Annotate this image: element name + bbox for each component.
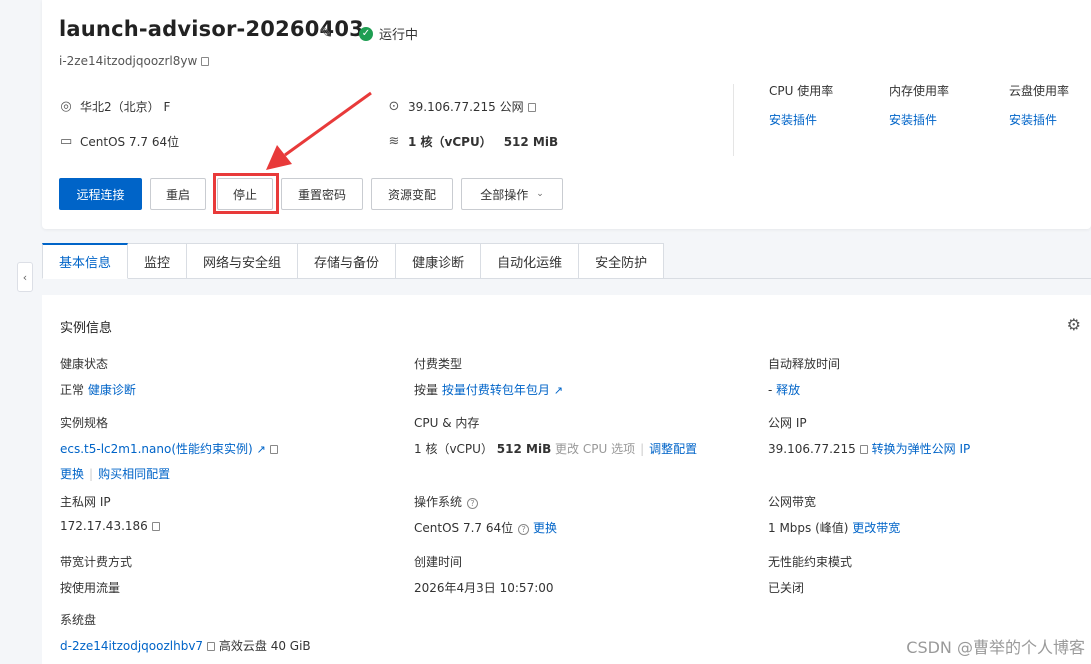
help-icon[interactable]: ? bbox=[518, 524, 530, 535]
change-spec-link[interactable]: 更换 bbox=[60, 467, 84, 481]
billing-field: 付费类型 按量 按量付费转包年包月 ↗ bbox=[414, 355, 563, 398]
copy-icon[interactable] bbox=[859, 445, 868, 454]
tab-automation[interactable]: 自动化运维 bbox=[481, 243, 580, 279]
field-value: 按量 bbox=[414, 383, 439, 397]
field-label: 操作系统 bbox=[414, 495, 463, 509]
health-field: 健康状态 正常 健康诊断 bbox=[60, 355, 136, 398]
field-label: CPU & 内存 bbox=[414, 416, 480, 430]
disk-link[interactable]: d-2ze14itzodjqoozlhbv7 bbox=[60, 639, 203, 653]
tab-storage-backup[interactable]: 存储与备份 bbox=[298, 243, 397, 279]
tab-basic-info[interactable]: 基本信息 bbox=[42, 243, 129, 279]
detail-tabs: 基本信息 监控 网络与安全组 存储与备份 健康诊断 自动化运维 安全防护 bbox=[42, 243, 665, 279]
field-value: 172.17.43.186 bbox=[60, 519, 148, 533]
field-label: 系统盘 bbox=[60, 613, 97, 627]
tab-network-security[interactable]: 网络与安全组 bbox=[187, 243, 299, 279]
field-value: 高效云盘 40 GiB bbox=[218, 639, 311, 653]
public-ip-field: 公网 IP 39.106.77.215 转换为弹性公网 IP bbox=[768, 414, 970, 457]
copy-icon[interactable] bbox=[151, 522, 160, 531]
created-time-field: 创建时间 2026年4月3日 10:57:00 bbox=[414, 553, 554, 596]
field-value: 按使用流量 bbox=[60, 581, 121, 595]
release-link[interactable]: 释放 bbox=[776, 383, 800, 397]
field-label: 实例规格 bbox=[60, 416, 109, 430]
field-label: 公网带宽 bbox=[768, 495, 817, 509]
field-label: 创建时间 bbox=[414, 555, 463, 569]
external-link-icon[interactable]: ↗ bbox=[554, 384, 563, 397]
spec-field: 实例规格 ecs.t5-lc2m1.nano(性能约束实例) ↗ 更换 | 购买相同… bbox=[60, 414, 278, 482]
field-label: 无性能约束模式 bbox=[768, 555, 853, 569]
field-label: 自动释放时间 bbox=[768, 357, 841, 371]
external-link-icon[interactable]: ↗ bbox=[257, 443, 266, 456]
field-value: CentOS 7.7 64位 bbox=[414, 521, 514, 535]
cpu-memory-field: CPU & 内存 1 核（vCPU） 512 MiB 更改 CPU 选项 | 调整配… bbox=[414, 414, 697, 457]
change-os-link[interactable]: 更换 bbox=[533, 521, 557, 535]
field-label: 付费类型 bbox=[414, 357, 463, 371]
bandwidth-field: 公网带宽 1 Mbps (峰值) 更改带宽 bbox=[768, 493, 900, 536]
change-cpu-options: 更改 CPU 选项 bbox=[555, 442, 636, 456]
field-label: 公网 IP bbox=[768, 416, 807, 430]
os-field: 操作系统? CentOS 7.7 64位? 更换 bbox=[414, 493, 557, 536]
unlimited-mode-field: 无性能约束模式 已关闭 bbox=[768, 553, 852, 596]
field-value: 39.106.77.215 bbox=[768, 442, 856, 456]
gear-icon[interactable]: ⚙ bbox=[1067, 315, 1081, 334]
auto-release-field: 自动释放时间 - 释放 bbox=[768, 355, 840, 398]
field-value: 正常 bbox=[60, 383, 85, 397]
divider: | bbox=[89, 467, 94, 481]
instance-info-card: 实例信息 ⚙ 健康状态 正常 健康诊断 实例规格 ecs.t5-lc2m1.na… bbox=[42, 295, 1091, 664]
adjust-config-link[interactable]: 调整配置 bbox=[649, 442, 697, 456]
divider: | bbox=[640, 442, 645, 456]
field-value: 1 Mbps (峰值) bbox=[768, 521, 849, 535]
spec-link[interactable]: ecs.t5-lc2m1.nano(性能约束实例) bbox=[60, 442, 253, 456]
convert-eip-link[interactable]: 转换为弹性公网 IP bbox=[872, 442, 971, 456]
field-label: 健康状态 bbox=[60, 357, 109, 371]
field-value: 已关闭 bbox=[768, 581, 805, 595]
bandwidth-billing-field: 带宽计费方式 按使用流量 bbox=[60, 553, 132, 596]
buy-same-config-link[interactable]: 购买相同配置 bbox=[98, 467, 170, 481]
tab-health-diagnosis[interactable]: 健康诊断 bbox=[396, 243, 482, 279]
field-value: - bbox=[768, 383, 773, 397]
system-disk-field: 系统盘 d-2ze14itzodjqoozlhbv7 高效云盘 40 GiB bbox=[60, 611, 311, 654]
tab-security[interactable]: 安全防护 bbox=[579, 243, 665, 279]
copy-icon[interactable] bbox=[269, 445, 278, 454]
cpu-value: 1 核（vCPU） bbox=[414, 442, 493, 456]
section-title: 实例信息 bbox=[60, 321, 113, 336]
convert-billing-link[interactable]: 按量付费转包年包月 bbox=[442, 383, 550, 397]
field-label: 主私网 IP bbox=[60, 495, 111, 509]
change-bandwidth-link[interactable]: 更改带宽 bbox=[852, 521, 900, 535]
copy-icon[interactable] bbox=[207, 642, 216, 651]
help-icon[interactable]: ? bbox=[467, 498, 479, 509]
field-value: 2026年4月3日 10:57:00 bbox=[414, 581, 554, 595]
watermark: CSDN @曹举的个人博客 bbox=[906, 638, 1085, 657]
health-diagnosis-link[interactable]: 健康诊断 bbox=[88, 383, 136, 397]
field-label: 带宽计费方式 bbox=[60, 555, 133, 569]
tab-monitoring[interactable]: 监控 bbox=[128, 243, 188, 279]
memory-value: 512 MiB bbox=[496, 442, 552, 456]
private-ip-field: 主私网 IP 172.17.43.186 bbox=[60, 493, 160, 533]
